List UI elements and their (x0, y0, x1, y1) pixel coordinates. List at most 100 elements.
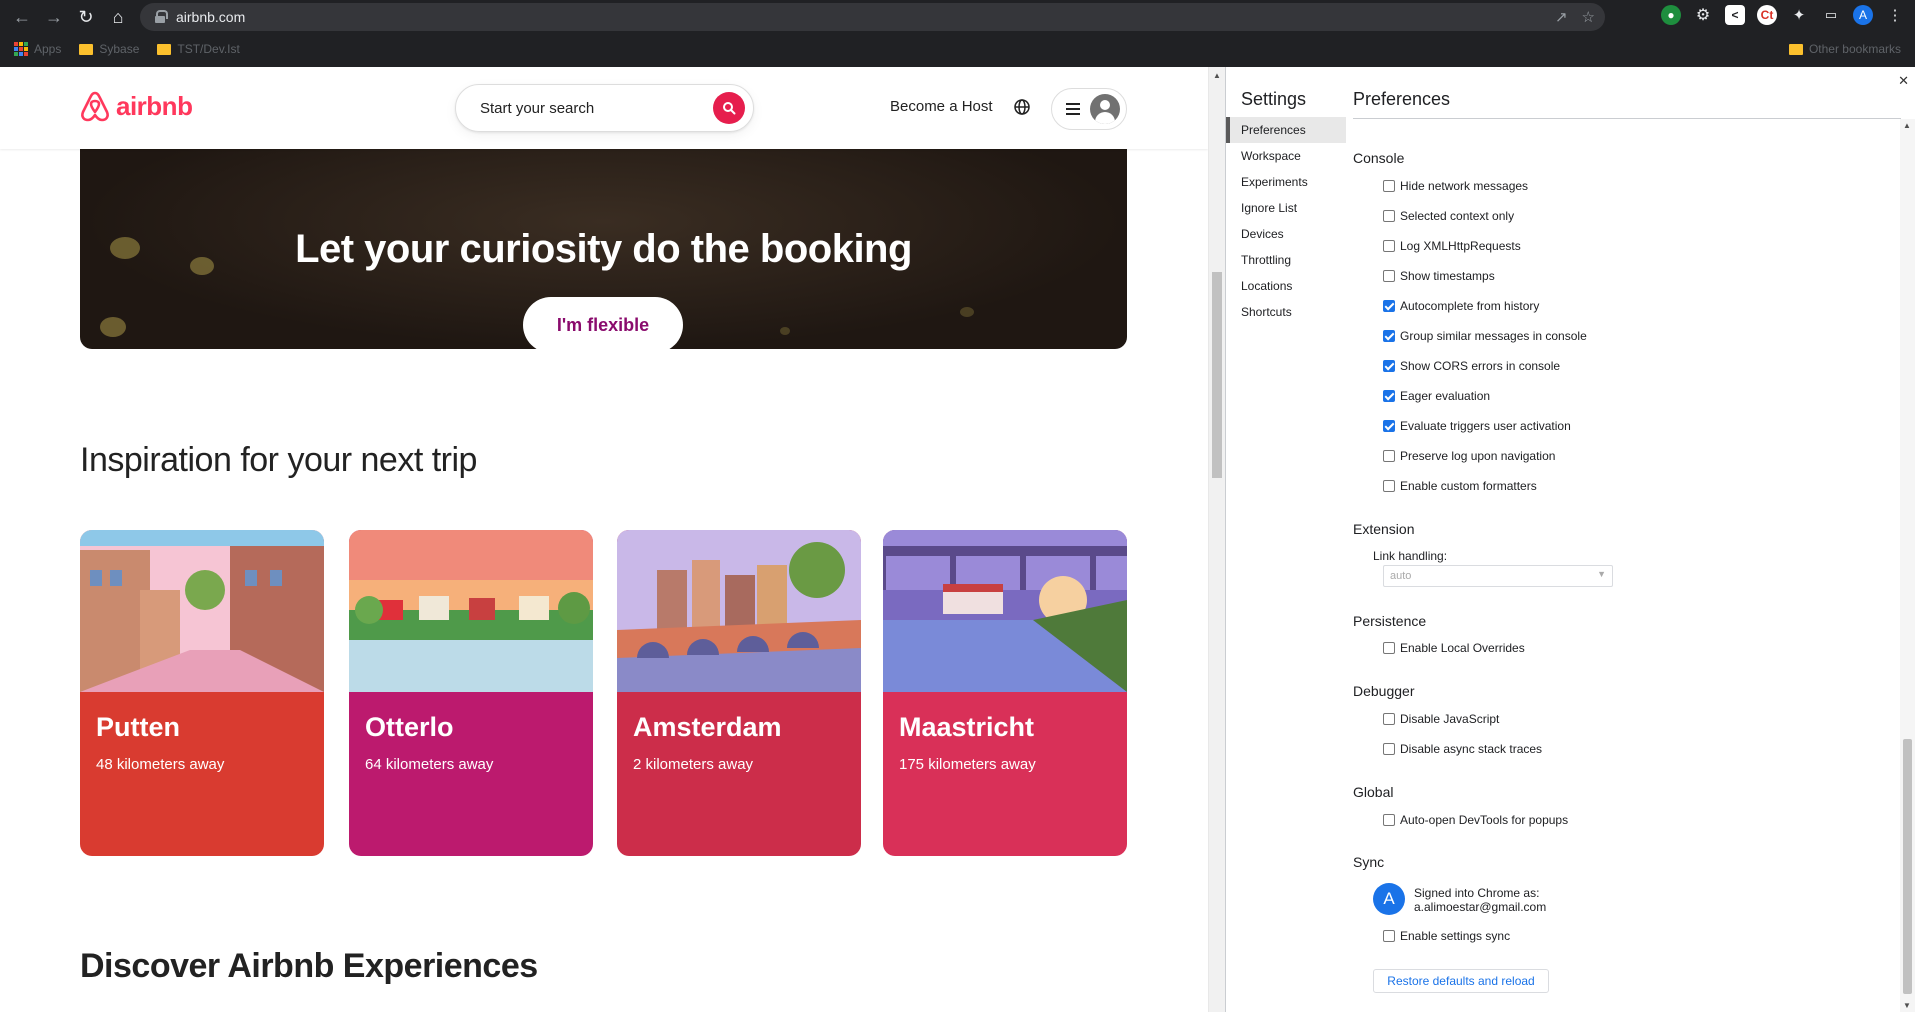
console-option[interactable]: Log XMLHttpRequests (1383, 239, 1521, 253)
scroll-down-arrow-icon[interactable]: ▼ (1903, 1001, 1911, 1010)
reload-button[interactable]: ↻ (70, 1, 102, 33)
checkbox[interactable] (1383, 642, 1395, 654)
console-option[interactable]: Show CORS errors in console (1383, 359, 1560, 373)
nav-ignore-list[interactable]: Ignore List (1226, 195, 1346, 221)
sync-option[interactable]: Enable settings sync (1383, 929, 1510, 943)
user-menu-button[interactable] (1051, 88, 1127, 130)
extension-icons: ● ⚙ < Ct ✦ ▭ A ⋮ (1661, 5, 1905, 25)
sync-line-2: a.alimoestar@gmail.com (1414, 900, 1547, 914)
share-icon[interactable]: ↗ (1555, 8, 1568, 26)
code-extension-icon[interactable]: < (1725, 5, 1745, 25)
checkbox[interactable] (1383, 300, 1395, 312)
im-flexible-button[interactable]: I'm flexible (523, 297, 683, 349)
checkbox[interactable] (1383, 814, 1395, 826)
option-label: Show CORS errors in console (1400, 359, 1561, 373)
nav-workspace[interactable]: Workspace (1226, 143, 1346, 169)
lock-icon (154, 10, 168, 24)
globe-icon[interactable] (1012, 97, 1032, 117)
console-option[interactable]: Autocomplete from history (1383, 299, 1539, 313)
checkbox[interactable] (1383, 420, 1395, 432)
checkbox[interactable] (1383, 450, 1395, 462)
option-label: Group similar messages in console (1400, 329, 1587, 343)
checkbox[interactable] (1383, 930, 1395, 942)
star-icon[interactable]: ☆ (1582, 8, 1595, 26)
persistence-option[interactable]: Enable Local Overrides (1383, 641, 1525, 655)
checkbox[interactable] (1383, 390, 1395, 402)
home-button[interactable]: ⌂ (102, 1, 134, 33)
destination-card-putten[interactable]: Putten 48 kilometers away (80, 530, 324, 856)
scroll-thumb[interactable] (1903, 739, 1912, 994)
puzzle-icon[interactable]: ✦ (1789, 5, 1809, 25)
nav-locations[interactable]: Locations (1226, 273, 1346, 299)
devtools-scrollbar[interactable]: ▲ ▼ (1900, 119, 1915, 1012)
checkbox[interactable] (1383, 180, 1395, 192)
close-icon[interactable]: ✕ (1898, 73, 1909, 89)
checkbox[interactable] (1383, 480, 1395, 492)
kebab-menu-icon[interactable]: ⋮ (1885, 5, 1905, 25)
console-option[interactable]: Eager evaluation (1383, 389, 1490, 403)
nav-shortcuts[interactable]: Shortcuts (1226, 299, 1346, 325)
option-label: Hide network messages (1400, 179, 1529, 193)
bookmark-folder-2[interactable]: TST/Dev.Ist (157, 42, 240, 56)
console-option[interactable]: Enable custom formatters (1383, 479, 1537, 493)
back-button[interactable]: ← (6, 1, 38, 33)
debugger-option[interactable]: Disable JavaScript (1383, 712, 1499, 726)
destination-card-maastricht[interactable]: Maastricht 175 kilometers away (883, 530, 1127, 856)
option-label: Enable settings sync (1400, 929, 1511, 943)
scroll-up-arrow-icon[interactable]: ▲ (1213, 71, 1221, 80)
bookmark-apps[interactable]: Apps (14, 42, 61, 56)
forward-button[interactable]: → (38, 1, 70, 33)
scroll-up-arrow-icon[interactable]: ▲ (1903, 121, 1911, 130)
checkbox[interactable] (1383, 240, 1395, 252)
nav-devices[interactable]: Devices (1226, 221, 1346, 247)
preferences-title: Preferences (1353, 89, 1451, 109)
console-option[interactable]: Hide network messages (1383, 179, 1528, 193)
search-button[interactable] (713, 92, 745, 124)
checkbox[interactable] (1383, 210, 1395, 222)
profile-avatar[interactable]: A (1853, 5, 1873, 25)
search-bar[interactable]: Start your search (455, 84, 754, 132)
debugger-option[interactable]: Disable async stack traces (1383, 742, 1542, 756)
nav-preferences[interactable]: Preferences (1226, 117, 1346, 143)
checkbox[interactable] (1383, 270, 1395, 282)
card-city: Otterlo (365, 712, 454, 742)
destination-card-amsterdam[interactable]: Amsterdam 2 kilometers away (617, 530, 861, 856)
airbnb-page: airbnb Start your search Become a Host L… (0, 67, 1208, 1012)
bookmark-folder-1[interactable]: Sybase (79, 42, 139, 56)
nav-throttling[interactable]: Throttling (1226, 247, 1346, 273)
link-handling-select[interactable]: auto ▼ (1383, 565, 1613, 587)
bookmark-label: Other bookmarks (1808, 42, 1901, 56)
console-option[interactable]: Selected context only (1383, 209, 1514, 223)
card-city: Maastricht (899, 712, 1035, 742)
sidepanel-icon[interactable]: ▭ (1821, 5, 1841, 25)
checkbox[interactable] (1383, 330, 1395, 342)
green-extension-icon[interactable]: ● (1661, 5, 1681, 25)
ct-extension-icon[interactable]: Ct (1757, 5, 1777, 25)
sync-line-1: Signed into Chrome as: (1414, 886, 1540, 900)
option-label: Disable async stack traces (1400, 742, 1543, 756)
gear-extension-icon[interactable]: ⚙ (1693, 5, 1713, 25)
devtools-settings-panel: Settings Preferences Workspace Experimen… (1225, 67, 1915, 1012)
amsterdam-illustration (617, 530, 861, 692)
destination-card-otterlo[interactable]: Otterlo 64 kilometers away (349, 530, 593, 856)
airbnb-logo[interactable]: airbnb (80, 90, 193, 122)
checkbox[interactable] (1383, 713, 1395, 725)
maastricht-illustration (883, 530, 1127, 692)
console-option[interactable]: Evaluate triggers user activation (1383, 419, 1571, 433)
checkbox[interactable] (1383, 360, 1395, 372)
page-scrollbar[interactable]: ▲ (1208, 67, 1225, 1012)
scroll-thumb[interactable] (1212, 272, 1222, 478)
section-global: Global (1353, 784, 1394, 800)
console-option[interactable]: Group similar messages in console (1383, 329, 1587, 343)
restore-defaults-button[interactable]: Restore defaults and reload (1373, 969, 1549, 993)
console-option[interactable]: Preserve log upon navigation (1383, 449, 1555, 463)
nav-experiments[interactable]: Experiments (1226, 169, 1346, 195)
option-label: Preserve log upon navigation (1400, 449, 1556, 463)
other-bookmarks[interactable]: Other bookmarks (1788, 42, 1901, 56)
address-bar[interactable]: airbnb.com ↗ ☆ (140, 3, 1605, 31)
console-option[interactable]: Show timestamps (1383, 269, 1495, 283)
folder-icon (79, 43, 94, 55)
global-option[interactable]: Auto-open DevTools for popups (1383, 813, 1568, 827)
become-host-link[interactable]: Become a Host (890, 98, 993, 115)
checkbox[interactable] (1383, 743, 1395, 755)
